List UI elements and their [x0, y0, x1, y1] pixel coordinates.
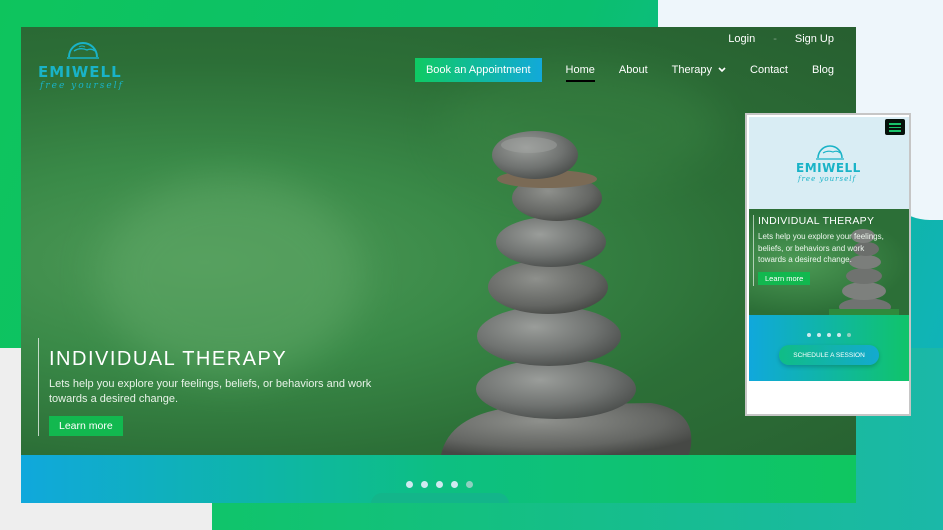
hero-description: Lets help you explore your feelings, bel…: [49, 378, 372, 405]
nav-item-home[interactable]: Home: [565, 58, 595, 82]
nav-item-therapy[interactable]: Therapy: [672, 58, 726, 82]
mobile-header: EMIWELL free yourself: [749, 117, 909, 209]
nav-item-contact[interactable]: Contact: [750, 58, 788, 82]
mobile-hero: INDIVIDUAL THERAPY Lets help you explore…: [749, 209, 909, 315]
slider-dot[interactable]: [837, 333, 841, 337]
hamburger-menu-icon[interactable]: [885, 119, 905, 135]
nav-item-therapy-label: Therapy: [671, 64, 712, 76]
slider-dot[interactable]: [817, 333, 821, 337]
signup-link[interactable]: Sign Up: [795, 33, 834, 45]
account-links: Login - Sign Up: [728, 33, 834, 45]
slider-dot[interactable]: [827, 333, 831, 337]
slider-dots: [406, 481, 473, 488]
brand-tagline: free yourself: [40, 81, 124, 91]
slider-dot[interactable]: [451, 481, 458, 488]
schedule-session-button[interactable]: [371, 493, 509, 503]
brand-name: EMIWELL: [38, 63, 122, 81]
sunrise-logo-icon: [816, 145, 844, 160]
learn-more-button[interactable]: Learn more: [49, 416, 123, 436]
hero-banner: EMIWELL free yourself Login - Sign Up Bo…: [21, 27, 856, 455]
mobile-hero-caption: INDIVIDUAL THERAPY Lets help you explore…: [753, 215, 888, 286]
mobile-mockup: EMIWELL free yourself INDIVIDUAL THERAPY…: [745, 113, 911, 416]
mobile-learn-more-button[interactable]: Learn more: [758, 271, 811, 285]
slider-dot[interactable]: [847, 333, 851, 337]
mobile-hero-title: INDIVIDUAL THERAPY: [758, 215, 875, 227]
mobile-slider-strip: SCHEDULE A SESSION: [749, 315, 909, 381]
nav-item-about[interactable]: About: [619, 58, 648, 82]
book-appointment-button[interactable]: Book an Appointment: [414, 58, 542, 82]
hero-title: INDIVIDUAL THERAPY: [49, 348, 288, 370]
slider-dot[interactable]: [436, 481, 443, 488]
link-separator: -: [773, 33, 777, 45]
mobile-slider-dots: [807, 333, 851, 337]
mobile-brand-name: EMIWELL: [796, 161, 861, 175]
slider-dot[interactable]: [807, 333, 811, 337]
chevron-down-icon: [718, 67, 726, 73]
main-navigation: Book an Appointment Home About Therapy C…: [414, 58, 834, 82]
mobile-brand-tagline: free yourself: [798, 175, 857, 183]
slider-dot[interactable]: [421, 481, 428, 488]
nav-item-blog[interactable]: Blog: [812, 58, 834, 82]
brand-logo[interactable]: EMIWELL free yourself: [38, 37, 130, 99]
mobile-hero-description: Lets help you explore your feelings, bel…: [758, 232, 884, 264]
login-link[interactable]: Login: [728, 33, 755, 45]
sunrise-logo-icon: [67, 42, 99, 59]
hero-caption: INDIVIDUAL THERAPY Lets help you explore…: [38, 338, 409, 436]
slider-dot[interactable]: [466, 481, 473, 488]
slider-dot[interactable]: [406, 481, 413, 488]
desktop-mockup: EMIWELL free yourself Login - Sign Up Bo…: [21, 27, 856, 503]
schedule-session-button[interactable]: SCHEDULE A SESSION: [779, 345, 879, 365]
